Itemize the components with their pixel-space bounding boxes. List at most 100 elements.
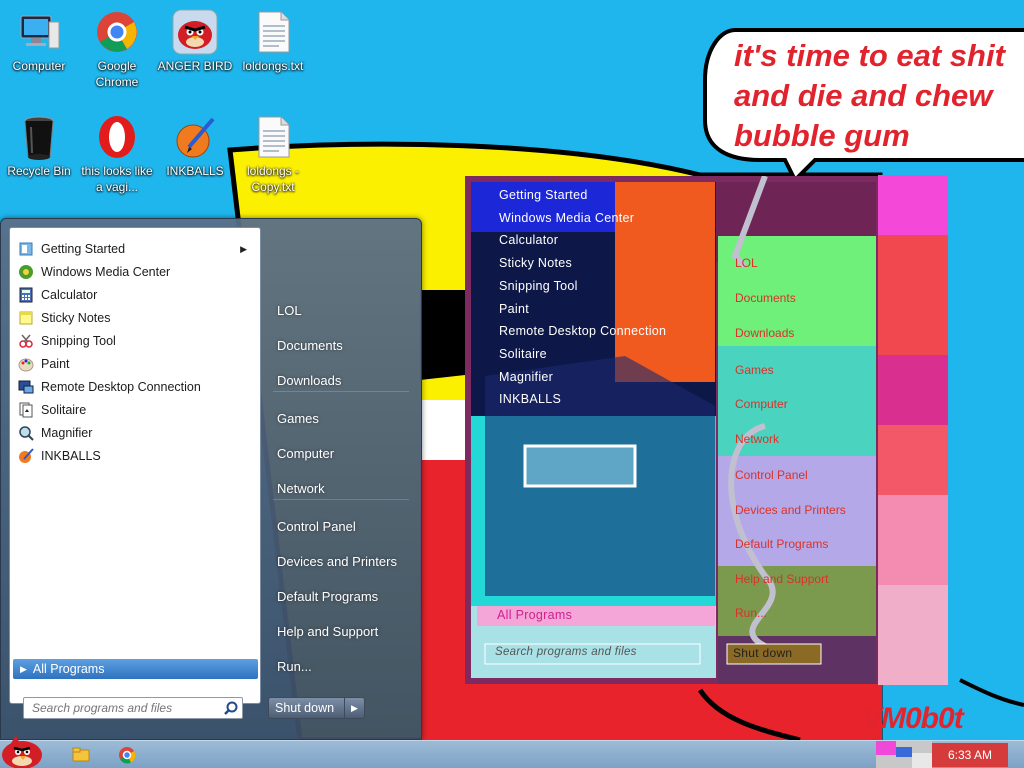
shutdown-options-arrow-icon[interactable]: ▶ <box>344 698 364 718</box>
start-program-magnifier[interactable]: Magnifier <box>14 422 257 444</box>
start-program-label: Snipping Tool <box>41 334 116 348</box>
ghost-program-label: Calculator <box>499 233 559 248</box>
desktop-icon-label: Computer <box>12 59 66 73</box>
ghost-right-item-label: Network <box>735 432 780 446</box>
start-program-remote-desktop-connection[interactable]: Remote Desktop Connection <box>14 376 257 398</box>
desktop-icon-label: INKBALLS <box>166 164 224 178</box>
ghost-right-item-label: Games <box>735 363 774 377</box>
wallpaper-watermark: VM0b0t <box>862 702 964 735</box>
start-right-item-downloads[interactable]: Downloads <box>269 366 415 394</box>
start-program-windows-media-center[interactable]: Windows Media Center <box>14 261 257 283</box>
ghost-all-programs: All Programs <box>497 608 573 622</box>
desktop-icon-google-chrome[interactable]: Google Chrome <box>79 8 155 90</box>
desktop-icon-loldongs-txt[interactable]: loldongs.txt <box>235 8 311 74</box>
system-tray-area[interactable] <box>876 741 932 768</box>
ghost-shutdown-label: Shut down <box>733 646 793 660</box>
start-right-item-control-panel[interactable]: Control Panel <box>269 512 415 540</box>
ghost-program-label: Sticky Notes <box>499 256 573 271</box>
magnifier-icon <box>18 425 34 441</box>
desktop-icon-label: Recycle Bin <box>7 164 71 178</box>
start-menu: Getting Started ▶ Windows Media Center Calc… <box>0 218 422 740</box>
inkballs-icon <box>171 113 219 161</box>
computer-icon <box>15 8 63 56</box>
start-program-snipping-tool[interactable]: Snipping Tool <box>14 330 257 352</box>
start-search-input[interactable] <box>24 699 222 717</box>
all-programs-label: All Programs <box>32 662 105 676</box>
taskbar-explorer-button[interactable] <box>66 743 96 767</box>
ghost-right-item-label: Devices and Printers <box>735 503 846 517</box>
ghost-program-label: INKBALLS <box>499 392 562 407</box>
ghost-right-item-label: Downloads <box>735 326 795 340</box>
ghost-right-item-label: Computer <box>735 397 788 411</box>
start-right-item-network[interactable]: Network <box>269 474 415 502</box>
search-icon[interactable] <box>222 699 242 717</box>
start-right-item-lol[interactable]: LOL <box>269 296 415 324</box>
start-right-item-games[interactable]: Games <box>269 404 415 432</box>
start-program-inkballs[interactable]: INKBALLS <box>14 445 257 467</box>
solitaire-icon <box>18 402 34 418</box>
ghost-program-label: Paint <box>499 301 529 316</box>
calculator-icon <box>18 287 34 303</box>
ghost-right-item-label: Default Programs <box>735 537 829 551</box>
shutdown-button[interactable]: Shut down <box>269 698 344 718</box>
ghost-right-item-label: Run... <box>735 606 768 620</box>
recycle-bin-icon <box>15 113 63 161</box>
ghost-program-label: Windows Media Center <box>499 210 635 225</box>
ghost-program-label: Solitaire <box>499 346 547 361</box>
explorer-icon <box>72 747 90 762</box>
start-program-paint[interactable]: Paint <box>14 353 257 375</box>
desktop-icon-loldongs-copy-txt[interactable]: loldongs - Copy.txt <box>235 113 311 195</box>
desktop-icon-label: ANGER BIRD <box>157 59 233 73</box>
text-file-icon <box>249 113 297 161</box>
ghost-search-placeholder: Search programs and files <box>495 646 637 658</box>
desktop-icon-label: Google Chrome <box>95 59 139 89</box>
desktop-icon-label: loldongs.txt <box>242 59 304 73</box>
start-program-solitaire[interactable]: Solitaire <box>14 399 257 421</box>
start-program-label: Solitaire <box>41 403 87 417</box>
angry-bird-icon <box>171 8 219 56</box>
start-program-calculator[interactable]: Calculator <box>14 284 257 306</box>
start-search-box[interactable] <box>23 697 243 719</box>
ghost-right-item-label: Documents <box>735 291 796 305</box>
desktop-icon-anger-bird[interactable]: ANGER BIRD <box>157 8 233 74</box>
sticky-notes-icon <box>18 310 34 326</box>
angry-bird-start-icon <box>2 735 42 768</box>
text-file-icon <box>249 8 297 56</box>
start-button[interactable] <box>0 733 48 768</box>
all-programs-button[interactable]: ▶ All Programs <box>13 659 258 679</box>
desktop-icon-computer[interactable]: Computer <box>1 8 77 74</box>
taskbar-chrome-button[interactable] <box>112 743 142 767</box>
start-program-label: Remote Desktop Connection <box>41 380 201 394</box>
start-right-item-run[interactable]: Run... <box>269 652 415 680</box>
start-program-sticky-notes[interactable]: Sticky Notes <box>14 307 257 329</box>
desktop-icon-recycle-bin[interactable]: Recycle Bin <box>1 113 77 179</box>
start-right-item-help-and-support[interactable]: Help and Support <box>269 617 415 645</box>
ghost-right-item-label: Help and Support <box>735 572 829 586</box>
desktop-icon-this-looks-like-a-vagi[interactable]: this looks like a vagi... <box>79 113 155 195</box>
start-right-item-computer[interactable]: Computer <box>269 439 415 467</box>
desktop-icon-label: this looks like a vagi... <box>81 164 153 194</box>
desktop-icon-label: loldongs - Copy.txt <box>246 164 300 194</box>
wallpaper-ghost-start-menu: Getting Started Windows Media Center Calcu… <box>465 176 878 684</box>
start-program-getting-started[interactable]: Getting Started ▶ <box>14 238 257 260</box>
shutdown-button-group: Shut down ▶ <box>268 697 365 719</box>
ghost-right-item-label: LOL <box>735 256 758 270</box>
taskbar-clock[interactable]: 6:33 AM <box>932 743 1008 767</box>
start-program-label: Sticky Notes <box>41 311 111 325</box>
ghost-program-label: Magnifier <box>499 369 554 384</box>
ghost-program-label: Remote Desktop Connection <box>499 324 667 339</box>
ghost-program-label: Getting Started <box>499 188 588 202</box>
start-right-item-default-programs[interactable]: Default Programs <box>269 582 415 610</box>
desktop-icon-inkballs[interactable]: INKBALLS <box>157 113 233 179</box>
start-program-label: INKBALLS <box>41 449 101 463</box>
start-program-label: Windows Media Center <box>41 265 171 279</box>
taskbar: 6:33 AM <box>0 735 1024 768</box>
start-program-label: Calculator <box>41 288 98 302</box>
ghost-right-item-label: Control Panel <box>735 468 808 482</box>
chrome-icon <box>119 747 136 764</box>
start-right-item-documents[interactable]: Documents <box>269 331 415 359</box>
chrome-icon <box>93 8 141 56</box>
play-arrow-icon: ▶ <box>20 663 27 674</box>
start-right-item-devices-and-printers[interactable]: Devices and Printers <box>269 547 415 575</box>
start-menu-separator <box>273 499 409 500</box>
